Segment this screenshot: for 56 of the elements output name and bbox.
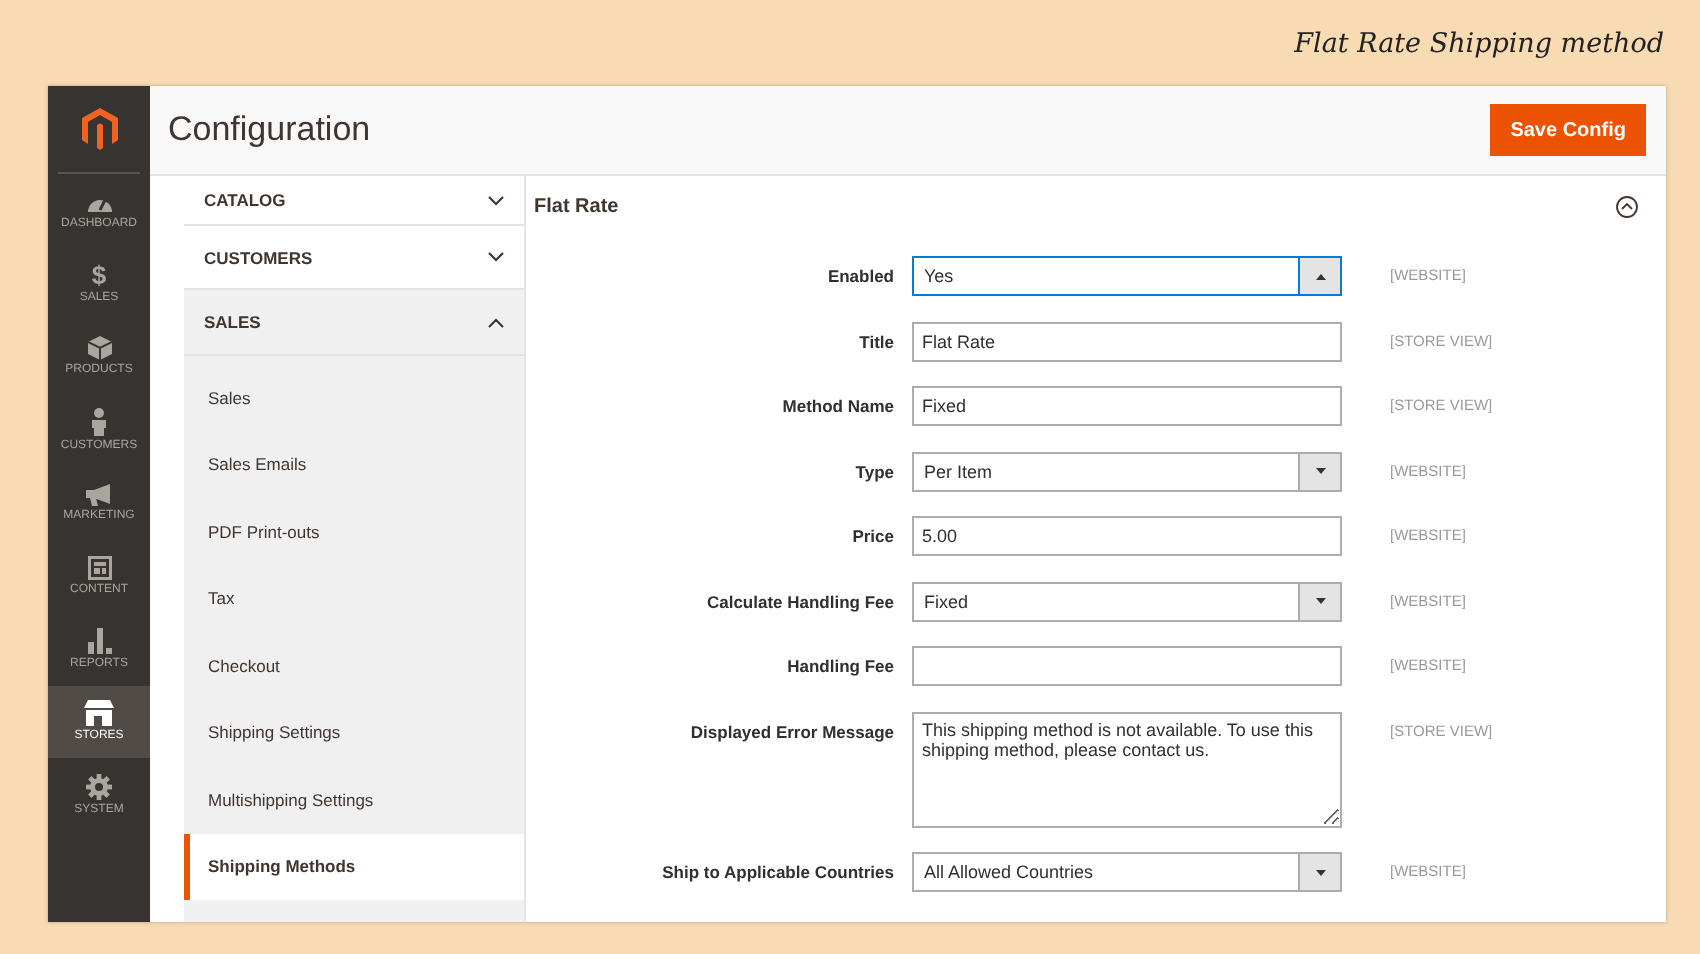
section-title: CATALOG: [204, 190, 286, 210]
dropdown-toggle[interactable]: [1298, 453, 1340, 489]
section-title: SALES: [204, 312, 261, 332]
input-field[interactable]: [912, 646, 1342, 686]
field-label: Handling Fee: [785, 654, 894, 680]
dropdown[interactable]: Fixed: [912, 581, 1342, 621]
config-tab-link[interactable]: Shipping Settings: [184, 699, 524, 766]
gear-icon: [86, 773, 112, 800]
chevron-icon: [488, 317, 504, 327]
chevron-icon: [488, 252, 504, 262]
dollar-icon: $: [91, 262, 107, 289]
section-title: CUSTOMERS: [204, 247, 313, 267]
layout-icon: [87, 555, 111, 580]
group-title[interactable]: Flat Rate: [534, 196, 619, 218]
collapse-icon[interactable]: [1616, 196, 1638, 218]
dropdown[interactable]: All Allowed Countries: [912, 852, 1342, 892]
dropdown-toggle[interactable]: [1298, 258, 1340, 294]
field-label: Displayed Error Message: [688, 719, 894, 746]
caret-icon: [1315, 468, 1325, 474]
field-label: Enabled: [825, 264, 894, 290]
box-icon: [87, 336, 111, 361]
caret-icon: [1315, 273, 1325, 279]
config-tab-link[interactable]: Checkout: [184, 632, 524, 699]
caret-icon: [1315, 869, 1325, 875]
field-label: Ship to Applicable Countries: [660, 860, 894, 886]
config-tab-link[interactable]: Sales Emails: [184, 431, 524, 498]
slide-caption: Flat Rate Shipping method: [1294, 27, 1664, 59]
input-field[interactable]: 5.00: [912, 516, 1342, 556]
config-tab-link[interactable]: PDF Print-outs: [184, 498, 524, 565]
chevron-icon: [488, 195, 504, 205]
logo-icon[interactable]: [81, 108, 117, 150]
field-label: Method Name: [780, 394, 894, 420]
field-label: Title: [857, 329, 894, 355]
dropdown-toggle[interactable]: [1298, 583, 1340, 619]
dropdown[interactable]: Yes: [912, 256, 1342, 296]
field-label: Type: [853, 459, 894, 486]
field-label: Price: [850, 524, 894, 550]
section-header[interactable]: CATALOG: [184, 176, 524, 226]
caret-icon: [1315, 598, 1325, 604]
input-field[interactable]: Flat Rate: [912, 321, 1342, 361]
person-icon: [90, 407, 108, 436]
megaphone-icon: [85, 483, 113, 506]
dropdown[interactable]: Per Item: [912, 451, 1342, 491]
section-header[interactable]: CUSTOMERS: [184, 226, 524, 290]
storefront-icon: [84, 700, 114, 727]
config-tab-link[interactable]: Multishipping Settings: [184, 766, 524, 833]
textarea-field[interactable]: This shipping method is not available. To use this shipping method, please contact us.: [912, 711, 1342, 827]
save-config-button[interactable]: Save Config: [1490, 104, 1646, 156]
page-title: Configuration: [168, 110, 371, 150]
config-tab-link[interactable]: Tax: [184, 565, 524, 632]
config-tab-link[interactable]: Sales: [184, 364, 524, 431]
field-label: Calculate Handling Fee: [704, 589, 894, 616]
config-tab-link[interactable]: Shipping Methods: [184, 833, 524, 900]
dropdown-toggle[interactable]: [1298, 854, 1340, 890]
bar-chart-icon: [87, 627, 111, 654]
input-field[interactable]: Fixed: [912, 386, 1342, 426]
